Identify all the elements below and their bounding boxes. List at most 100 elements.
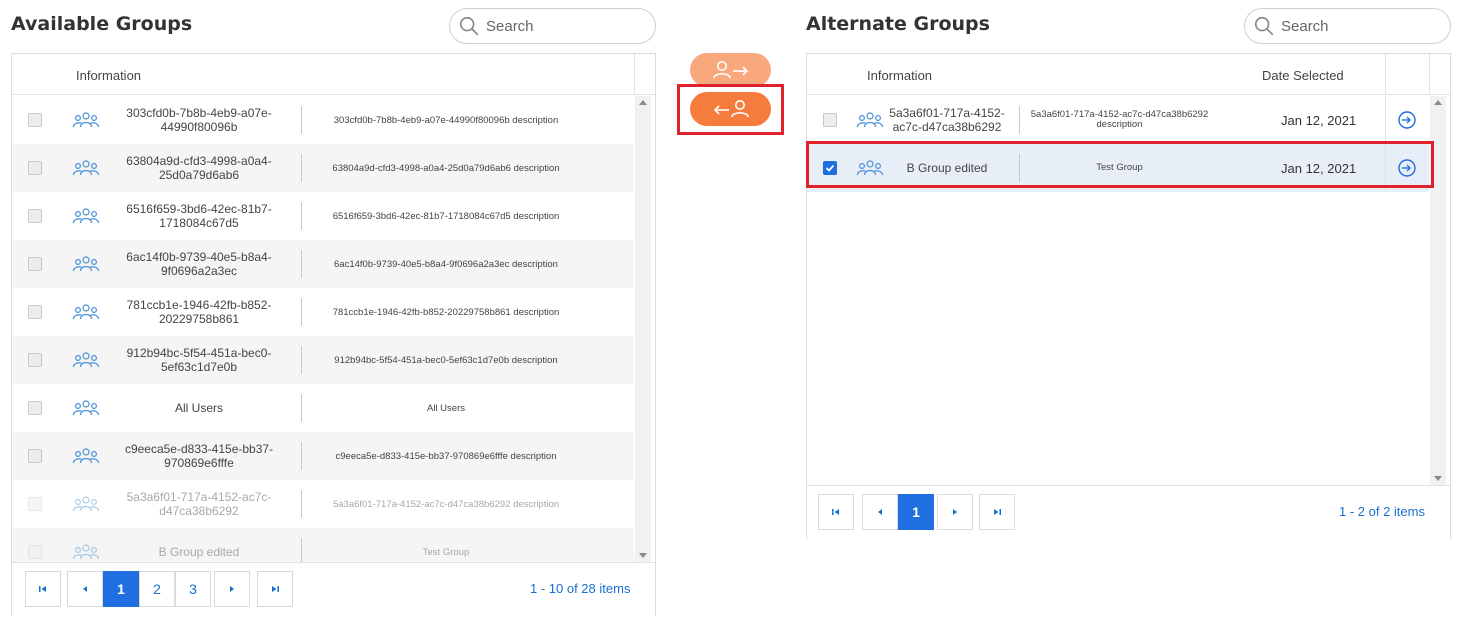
row-checkbox[interactable] [28,257,42,271]
alternate-vertical-scrollbar[interactable] [1430,96,1446,485]
table-row[interactable]: c9eeca5e-d833-415e-bb37-970869e6fffe c9ee… [12,432,634,480]
column-divider [301,490,302,518]
table-row[interactable]: 6ac14f0b-9739-40e5-b8a4-9f0696a2a3ec 6ac1… [12,240,634,288]
group-description: 303cfd0b-7b8b-4eb9-a07e-44990f80096b des… [333,114,559,126]
scroll-down-arrow[interactable] [639,553,647,558]
available-search-input[interactable] [484,16,634,36]
column-divider [1385,96,1386,144]
alternate-pager: 1 1 - 2 of 2 items [807,485,1450,539]
group-name: c9eeca5e-d833-415e-bb37-970869e6fffe [124,442,274,470]
group-icon [72,445,100,467]
available-pager-info: 1 - 10 of 28 items [530,581,631,596]
group-description: Test Group [1096,162,1143,173]
page-button-1[interactable]: 1 [103,571,139,607]
available-search-box[interactable] [449,8,656,44]
enter-arrow-icon[interactable] [1397,158,1417,178]
column-header-information: Information [76,68,142,83]
last-page-button[interactable] [257,571,293,607]
group-name: 781ccb1e-1946-42fb-b852-20229758b861 [126,298,272,326]
remove-from-alternate-button[interactable] [690,92,771,126]
scroll-up-arrow[interactable] [1434,100,1442,105]
alternate-search-box[interactable] [1244,8,1451,44]
group-name: 5a3a6f01-717a-4152-ac7c-d47ca38b6292 [126,490,272,518]
column-divider [1385,144,1386,192]
group-description: c9eeca5e-d833-415e-bb37-970869e6fffe des… [335,450,557,462]
first-page-button[interactable] [25,571,61,607]
date-selected: Jan 12, 2021 [1281,112,1357,128]
column-divider [301,202,302,230]
search-icon [1254,16,1274,36]
row-checkbox [28,497,42,511]
table-row[interactable]: 6516f659-3bd6-42ec-81b7-1718084c67d5 6516… [12,192,634,240]
prev-page-icon [83,586,87,592]
user-arrow-right-icon [712,61,748,79]
table-row[interactable]: All Users All Users [12,384,634,432]
table-row[interactable]: 912b94bc-5f54-451a-bec0-5ef63c1d7e0b 912b… [12,336,634,384]
group-name: 6516f659-3bd6-42ec-81b7-1718084c67d5 [126,202,272,230]
group-icon [72,301,100,323]
row-checkbox[interactable] [28,209,42,223]
row-checkbox [28,545,42,559]
column-divider [301,346,302,374]
column-divider [301,394,302,422]
column-divider [301,154,302,182]
group-name: 5a3a6f01-717a-4152-ac7c-d47ca38b6292 [889,106,1005,134]
column-divider [301,442,302,470]
next-page-icon [953,509,957,515]
row-checkbox[interactable] [28,161,42,175]
page-button-2[interactable]: 2 [139,571,175,607]
row-checkbox[interactable] [823,161,837,175]
table-row[interactable]: 781ccb1e-1946-42fb-b852-20229758b861 781c… [12,288,634,336]
page-button-3[interactable]: 3 [175,571,211,607]
available-vertical-scrollbar[interactable] [635,96,651,562]
first-page-icon [39,586,46,592]
group-icon [72,109,100,131]
group-description: All Users [426,402,465,414]
prev-page-button[interactable] [862,494,898,530]
first-page-button[interactable] [818,494,854,530]
group-icon [72,157,100,179]
column-divider [1019,154,1020,182]
group-icon [72,397,100,419]
table-row[interactable]: 303cfd0b-7b8b-4eb9-a07e-44990f80096b 303c… [12,96,634,144]
alternate-grid-header: Information Date Selected [807,54,1450,95]
row-checkbox[interactable] [28,449,42,463]
page-button-1[interactable]: 1 [898,494,934,530]
table-row[interactable]: 5a3a6f01-717a-4152-ac7c-d47ca38b6292 5a3a… [12,480,634,528]
row-checkbox[interactable] [28,401,42,415]
row-checkbox[interactable] [28,113,42,127]
available-grid-header: Information [12,54,655,95]
scroll-up-arrow[interactable] [639,100,647,105]
last-page-button[interactable] [979,494,1015,530]
scroll-down-arrow[interactable] [1434,476,1442,481]
next-page-button[interactable] [937,494,973,530]
group-description: 6516f659-3bd6-42ec-81b7-1718084c67d5 des… [332,210,560,222]
column-divider [301,106,302,134]
table-row[interactable]: B Group edited Test Group Jan 12, 2021 [807,144,1429,192]
group-name: 6ac14f0b-9739-40e5-b8a4-9f0696a2a3ec [126,250,272,278]
next-page-icon [230,586,234,592]
group-icon [72,493,100,515]
row-checkbox[interactable] [823,113,837,127]
available-groups-grid: Information 303cfd0b-7b8b-4eb9-a07e-4499… [11,53,656,616]
search-icon [459,16,479,36]
prev-page-button[interactable] [67,571,103,607]
date-selected: Jan 12, 2021 [1281,160,1357,176]
row-checkbox[interactable] [28,305,42,319]
alternate-search-input[interactable] [1279,16,1429,36]
alternate-pager-info: 1 - 2 of 2 items [1339,504,1425,519]
table-row[interactable]: 63804a9d-cfd3-4998-a0a4-25d0a79d6ab6 6380… [12,144,634,192]
group-icon [72,253,100,275]
next-page-button[interactable] [214,571,250,607]
add-to-alternate-button[interactable] [690,53,771,87]
column-divider [301,250,302,278]
group-description: 5a3a6f01-717a-4152-ac7c-d47ca38b6292 des… [332,498,560,510]
table-row[interactable]: 5a3a6f01-717a-4152-ac7c-d47ca38b6292 5a3a… [807,96,1429,144]
enter-arrow-icon[interactable] [1397,110,1417,130]
group-description: 5a3a6f01-717a-4152-ac7c-d47ca38b6292 des… [1030,109,1209,130]
row-checkbox[interactable] [28,353,42,367]
last-page-icon [994,509,1001,515]
alternate-groups-grid: Information Date Selected 5a3a6f01-717a-… [806,53,1451,539]
group-description: 781ccb1e-1946-42fb-b852-20229758b861 des… [332,306,560,318]
column-header-information: Information [867,68,933,83]
